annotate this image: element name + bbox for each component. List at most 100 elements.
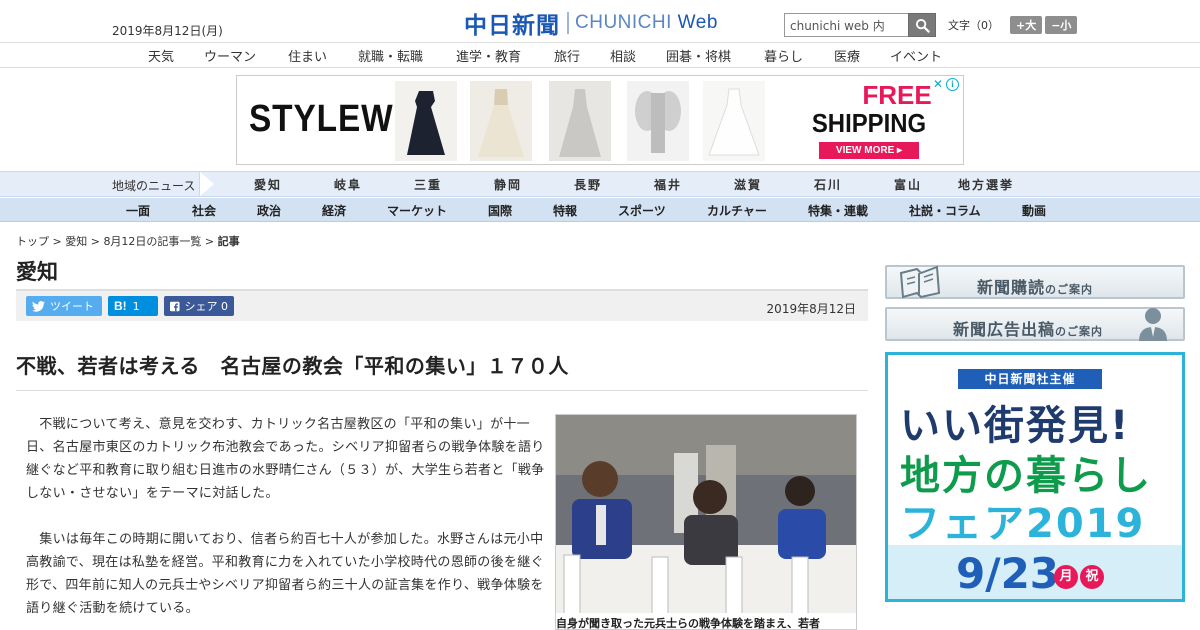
font-smaller-button[interactable]: −小 [1045,16,1078,34]
nav-education[interactable]: 進学・教育 [456,46,521,65]
nav-market[interactable]: マーケット [387,202,447,219]
nav-front-page[interactable]: 一面 [126,202,150,219]
advertise-sub-label: のご案内 [1055,325,1104,338]
fair-title-line-3: フェア2019 [900,501,1146,547]
logo-english: CHUNICHI Web [575,12,718,33]
ad-info-icon[interactable]: i [946,78,959,91]
advertisement-banner[interactable]: STYLEWE FREE SHIPPING VIEW MORE ▸ ✕ i [236,75,964,165]
share-bar: ツイート B! 1 シェア 0 2019年8月12日 [16,289,868,321]
nav-features[interactable]: 特集・連載 [808,202,868,219]
article-paragraph: 集いは毎年この時期に開いており、信者ら約百七十人が参加した。水野さんは元小中高教… [26,532,544,616]
nav-medical[interactable]: 医療 [834,46,860,65]
nav-consult[interactable]: 相談 [610,46,636,65]
region-fukui[interactable]: 福井 [654,176,682,193]
nav-living[interactable]: 暮らし [764,46,803,65]
search-input[interactable] [784,13,908,37]
article-photo[interactable]: 自身が聞き取った元兵士らの戦争体験を踏まえ、若者 [555,414,857,630]
category-nav: 天気 ウーマン 住まい 就職・転職 進学・教育 旅行 相談 囲碁・将棋 暮らし … [0,42,1200,68]
region-label: 地域のニュース [112,179,196,193]
hatena-count: 1 [132,299,140,313]
fair-date: 9/23 [956,549,1060,598]
ad-shipping: SHIPPING [811,108,927,138]
fair-weekday-badge: 月 [1054,565,1078,589]
ad-brand: STYLEWE [249,98,417,140]
nav-travel[interactable]: 旅行 [554,46,580,65]
site-header: 2019年8月12日(月) 中日新聞 CHUNICHI Web 文字（0） +大… [0,0,1200,42]
tweet-label: ツイート [50,300,94,313]
breadcrumb-top[interactable]: トップ [16,235,49,248]
nav-weather[interactable]: 天気 [148,46,174,65]
fair-sponsor-banner: 中日新聞社主催 [958,369,1102,389]
breadcrumb-article-list[interactable]: 8月12日の記事一覧 [103,235,201,248]
newspaper-icon [899,265,941,299]
ad-dress-photo-2 [470,81,532,161]
region-gifu[interactable]: 岐阜 [334,176,362,193]
header-date: 2019年8月12日(月) [112,24,223,38]
photo-caption: 自身が聞き取った元兵士らの戦争体験を踏まえ、若者 [556,613,856,629]
subscribe-sub-label: のご案内 [1045,283,1094,296]
main-section-nav: 一面 社会 政治 経済 マーケット 国際 特報 スポーツ カルチャー 特集・連載… [0,198,1200,222]
nav-special-report[interactable]: 特報 [553,202,577,219]
facebook-share-label: シェア [184,300,218,313]
nav-politics[interactable]: 政治 [257,202,281,219]
nav-international[interactable]: 国際 [488,202,512,219]
facebook-share-count: 0 [221,299,228,313]
section-title: 愛知 [16,260,58,284]
nav-woman[interactable]: ウーマン [204,46,256,65]
article-headline: 不戦、若者は考える 名古屋の教会「平和の集い」１７０人 [16,354,569,378]
nav-jobs[interactable]: 就職・転職 [358,46,423,65]
facebook-share-button[interactable]: シェア 0 [164,296,234,316]
nav-economy[interactable]: 経済 [322,202,346,219]
region-mie[interactable]: 三重 [414,176,442,193]
nav-video[interactable]: 動画 [1022,202,1046,219]
region-local-election[interactable]: 地方選挙 [958,176,1014,193]
ad-dress-photo-5 [703,81,765,161]
fair-date-block: 9/23 月 祝 [888,545,1182,599]
hatena-icon: B! [114,299,127,313]
ad-close-icon[interactable]: ✕ [933,77,943,91]
search-icon [915,18,930,33]
fair-advertisement[interactable]: 中日新聞社主催 いい街発見! 地方の暮らし フェア2019 9/23 月 祝 [885,352,1185,602]
article-date: 2019年8月12日 [766,302,856,316]
font-size-label: 文字（0） [948,19,999,32]
region-nagano[interactable]: 長野 [574,176,602,193]
nav-society[interactable]: 社会 [192,202,216,219]
region-aichi[interactable]: 愛知 [254,176,282,193]
ad-dress-photo-1 [395,81,457,161]
nav-sports[interactable]: スポーツ [618,202,666,219]
region-ishikawa[interactable]: 石川 [814,176,842,193]
breadcrumb-current: 記事 [217,235,240,248]
hatena-bookmark-button[interactable]: B! 1 [108,296,158,316]
font-bigger-button[interactable]: +大 [1010,16,1043,34]
ad-view-more-button[interactable]: VIEW MORE ▸ [819,142,919,159]
article-paragraph: 不戦について考え、意見を交わす、カトリック名古屋教区の「平和の集い」が十一日、名… [26,417,545,501]
subscribe-info-button[interactable]: 新聞購読のご案内 [885,265,1185,299]
nav-housing[interactable]: 住まい [288,46,327,65]
advertise-label: 新聞広告出稿 [953,320,1056,339]
search-button[interactable] [908,13,936,37]
breadcrumb-aichi[interactable]: 愛知 [65,235,87,248]
nav-events[interactable]: イベント [890,46,942,65]
ad-dress-photo-4 [627,81,689,161]
nav-culture[interactable]: カルチャー [707,202,767,219]
ad-dress-photo-3 [549,81,611,161]
tweet-button[interactable]: ツイート [26,296,102,316]
logo-separator [567,12,569,34]
twitter-icon [32,300,45,312]
person-icon [1139,308,1167,341]
region-news-bar: 地域のニュース 愛知 岐阜 三重 静岡 長野 福井 滋賀 石川 富山 地方選挙 [0,171,1200,197]
logo-japanese: 中日新聞 [464,12,560,39]
subscribe-label: 新聞購読 [977,278,1046,297]
site-logo[interactable]: 中日新聞 CHUNICHI Web [464,8,718,39]
region-toyama[interactable]: 富山 [894,176,922,193]
article-photo-image [556,415,856,629]
region-shiga[interactable]: 滋賀 [734,176,762,193]
region-shizuoka[interactable]: 静岡 [494,176,522,193]
nav-editorial[interactable]: 社説・コラム [909,202,981,219]
font-size-controls: 文字（0） +大 −小 [948,16,1078,34]
advertise-info-button[interactable]: 新聞広告出稿のご案内 [885,307,1185,341]
nav-go-shogi[interactable]: 囲碁・将棋 [666,46,731,65]
facebook-icon [170,301,180,311]
headline-divider [16,390,868,391]
breadcrumb: トップ > 愛知 > 8月12日の記事一覧 > 記事 [16,235,240,248]
